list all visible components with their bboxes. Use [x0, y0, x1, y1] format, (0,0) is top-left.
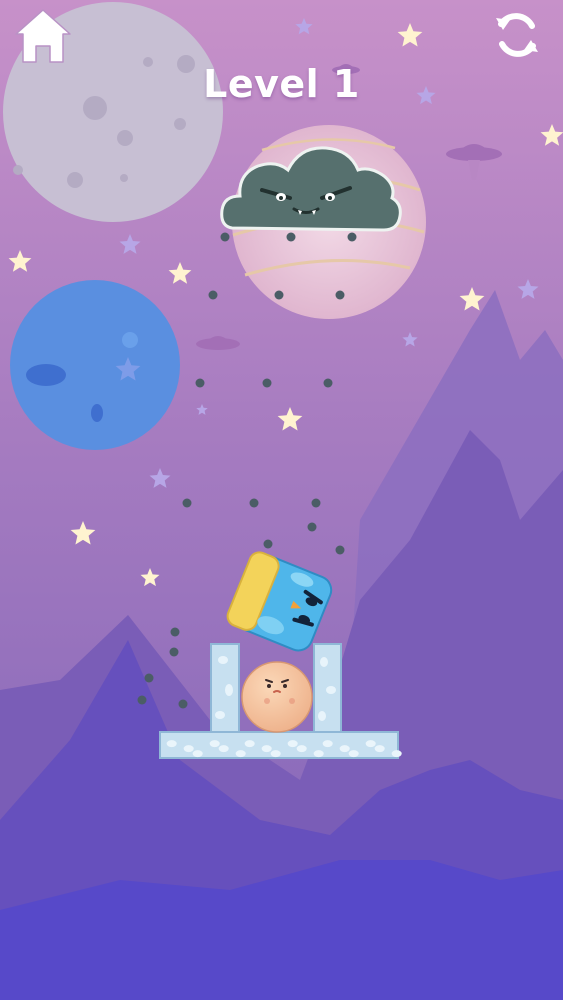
ice-speck: [391, 750, 402, 758]
raindrop: [144, 673, 154, 683]
ice-speck: [218, 745, 229, 753]
ice-pillar-right: [313, 643, 342, 735]
raindrop: [195, 378, 205, 388]
raindrop: [169, 647, 179, 657]
ice-pillar-left: [210, 643, 240, 735]
raindrop: [335, 290, 345, 300]
restart-button[interactable]: [488, 6, 546, 64]
raindrop: [335, 545, 345, 555]
blue-planet: [10, 280, 180, 450]
ice-speck: [322, 740, 333, 748]
raindrop: [274, 290, 284, 300]
ice-speck: [209, 740, 220, 748]
ice-speck: [183, 745, 194, 753]
raindrop: [170, 627, 180, 637]
raindrop: [307, 522, 317, 532]
level-title: Level 1: [203, 62, 360, 106]
raindrop: [249, 498, 259, 508]
raindrop: [178, 699, 188, 709]
raindrop: [347, 232, 357, 242]
raindrop: [311, 498, 321, 508]
ice-platform: [159, 731, 402, 759]
ice-speck: [192, 750, 203, 758]
home-button[interactable]: [8, 4, 78, 70]
raindrop: [220, 232, 230, 242]
raindrop: [182, 498, 192, 508]
ice-speck: [296, 745, 307, 753]
ice-speck: [244, 740, 255, 748]
raindrop: [286, 232, 296, 242]
restart-icon: [496, 13, 538, 57]
ice-speck: [313, 750, 324, 758]
ice-speck: [365, 740, 376, 748]
ice-speck: [348, 750, 359, 758]
raindrop: [137, 695, 147, 705]
ice-speck: [261, 745, 272, 753]
raindrop: [263, 539, 273, 549]
raindrop: [262, 378, 272, 388]
ice-speck: [270, 750, 281, 758]
ice-speck: [374, 745, 385, 753]
ice-speck: [287, 740, 298, 748]
raindrop: [323, 378, 333, 388]
home-icon: [15, 9, 71, 63]
ice-speck: [166, 740, 177, 748]
ice-speck: [339, 745, 350, 753]
raindrop: [208, 290, 218, 300]
game-scene[interactable]: [0, 0, 563, 1000]
ice-speck: [235, 750, 246, 758]
peach-ball-character[interactable]: [241, 661, 313, 733]
